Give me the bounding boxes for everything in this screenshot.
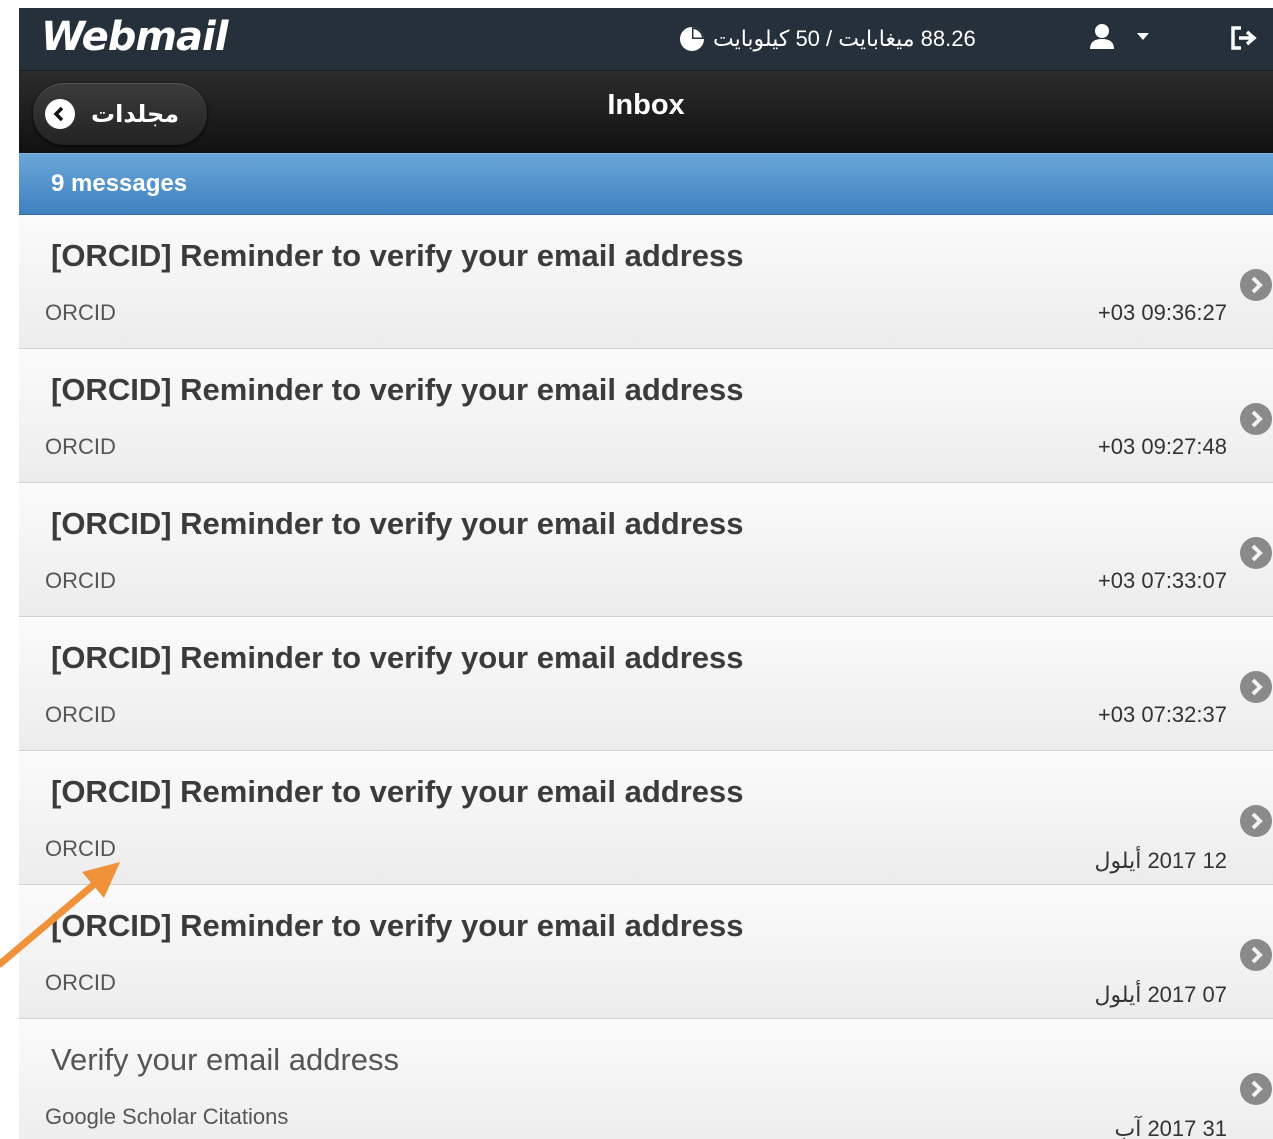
page-title: Inbox	[607, 89, 685, 121]
message-subject: Verify your email address	[51, 1042, 400, 1077]
chevron-right-icon	[1239, 1072, 1273, 1106]
pie-chart-icon	[679, 26, 705, 52]
message-sender: ORCID	[45, 970, 116, 995]
logout-icon	[1227, 26, 1259, 58]
message-row[interactable]: [ORCID] Reminder to verify your email ad…	[19, 215, 1273, 349]
top-bar: Webmail 88.26 ميغابايت / 50 كيلوبايت	[19, 8, 1273, 71]
message-subject: [ORCID] Reminder to verify your email ad…	[51, 238, 744, 273]
message-date: +03 09:27:48	[1097, 434, 1227, 459]
message-sender: ORCID	[45, 300, 116, 325]
message-subject: [ORCID] Reminder to verify your email ad…	[51, 774, 744, 809]
message-list: [ORCID] Reminder to verify your email ad…	[19, 215, 1273, 1139]
message-row[interactable]: [ORCID] Reminder to verify your email ad…	[19, 349, 1273, 483]
chevron-right-icon	[1239, 402, 1273, 436]
message-sender: Google Scholar Citations	[45, 1104, 289, 1129]
message-date: +03 07:32:37	[1097, 702, 1227, 727]
logout-button[interactable]	[1227, 22, 1259, 54]
message-row[interactable]: [ORCID] Reminder to verify your email ad…	[19, 483, 1273, 617]
message-count-bar: 9 messages	[19, 153, 1273, 215]
caret-down-icon	[1135, 29, 1151, 47]
chevron-right-icon	[1239, 938, 1273, 972]
message-sender: ORCID	[45, 836, 116, 861]
message-row[interactable]: [ORCID] Reminder to verify your email ad…	[19, 751, 1273, 885]
message-count: 9 messages	[51, 170, 188, 197]
message-row[interactable]: Verify your email address Google Scholar…	[19, 1019, 1273, 1139]
message-sender: ORCID	[45, 702, 116, 727]
message-subject: [ORCID] Reminder to verify your email ad…	[51, 640, 744, 675]
message-row[interactable]: [ORCID] Reminder to verify your email ad…	[19, 885, 1273, 1019]
chevron-right-icon	[1239, 804, 1273, 838]
chevron-right-icon	[1239, 536, 1273, 570]
webmail-app: Webmail 88.26 ميغابايت / 50 كيلوبايت مجل…	[19, 8, 1273, 1139]
message-subject: [ORCID] Reminder to verify your email ad…	[51, 506, 744, 541]
chevron-right-icon	[1239, 268, 1273, 302]
message-sender: ORCID	[45, 568, 116, 593]
message-date: 12 2017 أيلول	[1094, 848, 1227, 873]
user-menu[interactable]	[1087, 22, 1151, 54]
message-row[interactable]: [ORCID] Reminder to verify your email ad…	[19, 617, 1273, 751]
message-sender: ORCID	[45, 434, 116, 459]
chevron-right-icon	[1239, 670, 1273, 704]
message-date: +03 09:36:27	[1097, 300, 1227, 325]
user-icon	[1087, 21, 1117, 56]
message-date: 31 2017 آب	[1114, 1116, 1228, 1139]
message-subject: [ORCID] Reminder to verify your email ad…	[51, 908, 744, 943]
message-subject: [ORCID] Reminder to verify your email ad…	[51, 372, 744, 407]
message-date: 07 2017 أيلول	[1094, 982, 1227, 1007]
quota-text: 88.26 ميغابايت / 50 كيلوبايت	[713, 26, 976, 51]
message-date: +03 07:33:07	[1097, 568, 1227, 593]
inbox-header: مجلدات Inbox	[19, 71, 1273, 153]
webmail-logo[interactable]: Webmail	[41, 14, 228, 60]
quota-indicator: 88.26 ميغابايت / 50 كيلوبايت	[679, 24, 976, 54]
